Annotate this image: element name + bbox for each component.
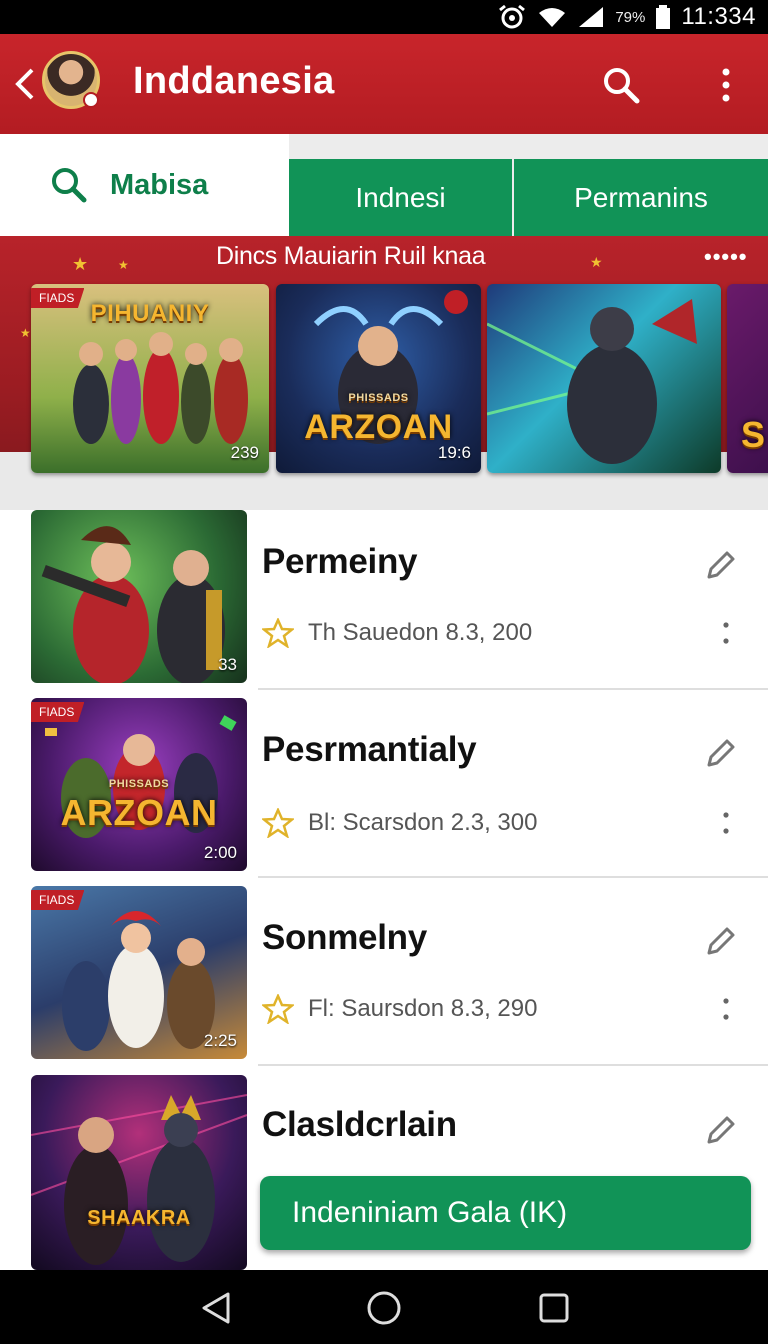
banner-card-2[interactable]: PHISSADS ARZOAN 19:6 bbox=[276, 284, 481, 473]
thumbnail: 33 bbox=[31, 510, 247, 683]
list-item-title: Pesrmantialy bbox=[262, 730, 477, 769]
search-icon bbox=[52, 168, 87, 203]
star-sparkle-icon: ★ bbox=[72, 254, 89, 274]
star-icon bbox=[262, 618, 294, 648]
tab-label: Mabisa bbox=[110, 168, 209, 201]
thumbnail-count: 33 bbox=[218, 655, 237, 674]
more-vertical-icon bbox=[723, 622, 729, 644]
battery-percent: 79% bbox=[615, 8, 646, 26]
card-logo: ARZOAN bbox=[304, 408, 453, 446]
item-menu-button[interactable] bbox=[714, 618, 738, 648]
edit-button[interactable] bbox=[700, 1111, 740, 1151]
pencil-icon bbox=[707, 927, 735, 955]
circle-home-icon bbox=[367, 1291, 401, 1325]
card-logo-sub: PHISSADS bbox=[348, 392, 409, 404]
list-item-meta: Bl: Scarsdon 2.3, 300 bbox=[262, 808, 537, 838]
list-item-rating: Bl: Scarsdon 2.3, 300 bbox=[308, 809, 538, 836]
overflow-menu-button[interactable] bbox=[706, 62, 746, 108]
card-count: 239 bbox=[230, 443, 259, 462]
banner-title: Dincs Mauiarin Ruil knaa bbox=[216, 242, 486, 270]
divider bbox=[258, 688, 768, 690]
back-button[interactable] bbox=[10, 64, 40, 104]
ads-badge: FIADS bbox=[31, 288, 85, 308]
tab-indnesi[interactable]: Indnesi bbox=[289, 159, 512, 236]
banner-card-1[interactable]: PIHUANIY FIADS 239 bbox=[31, 284, 269, 473]
primary-action-button[interactable]: Indeniniam Gala (IK) bbox=[260, 1176, 751, 1250]
divider bbox=[258, 876, 768, 878]
banner-card-3[interactable] bbox=[487, 284, 721, 473]
game-list: 33 Permeiny Th Sauedon 8.3, 200 FIADS PH… bbox=[0, 510, 768, 1270]
banner-card-4[interactable]: S bbox=[727, 284, 768, 473]
ads-badge: FIADS bbox=[31, 702, 85, 722]
thumbnail-logo: SHAAKRA bbox=[87, 1207, 191, 1229]
app-bar: Inddanesia bbox=[0, 34, 768, 134]
signal-icon bbox=[577, 5, 605, 29]
battery-icon bbox=[655, 5, 671, 29]
alarm-icon bbox=[497, 4, 527, 30]
more-vertical-icon bbox=[722, 68, 730, 102]
nav-recents-button[interactable] bbox=[532, 1286, 576, 1330]
star-icon bbox=[262, 808, 294, 838]
app-screen: 79% 11:334 Inddanesia Mabisa Indnesi Per… bbox=[0, 0, 768, 1344]
star-sparkle-icon: ★ bbox=[118, 258, 129, 272]
edit-button[interactable] bbox=[700, 922, 740, 962]
list-item[interactable]: FIADS PHISSADS ARZOAN 2:00 Pesrmantialy … bbox=[0, 698, 768, 886]
list-item-meta: Fl: Saursdon 8.3, 290 bbox=[262, 994, 537, 1024]
list-item[interactable]: 33 Permeiny Th Sauedon 8.3, 200 bbox=[0, 510, 768, 698]
clock: 11:334 bbox=[681, 3, 756, 30]
list-item-rating: Fl: Saursdon 8.3, 290 bbox=[308, 995, 538, 1022]
pencil-icon bbox=[707, 551, 735, 579]
item-menu-button[interactable] bbox=[714, 994, 738, 1024]
list-item-rating: Th Sauedon 8.3, 200 bbox=[308, 619, 533, 646]
thumbnail-logo-sub: PHISSADS bbox=[108, 778, 170, 790]
search-button[interactable] bbox=[598, 62, 644, 108]
tab-label: Permanins bbox=[574, 181, 708, 213]
thumbnail: FIADS PHISSADS ARZOAN 2:00 bbox=[31, 698, 247, 871]
tab-permanins[interactable]: Permanins bbox=[514, 159, 768, 236]
list-item-title: Permeiny bbox=[262, 542, 418, 581]
nav-home-button[interactable] bbox=[362, 1286, 406, 1330]
list-item-title: Clasldcrlain bbox=[262, 1105, 457, 1144]
pencil-icon bbox=[707, 1116, 735, 1144]
list-item-meta: Th Sauedon 8.3, 200 bbox=[262, 618, 532, 648]
ads-badge: FIADS bbox=[31, 890, 85, 910]
thumbnail-duration: 2:00 bbox=[203, 843, 237, 862]
list-item-title: Sonmelny bbox=[262, 918, 427, 957]
thumbnail: FIADS 2:25 bbox=[31, 886, 247, 1059]
wifi-icon bbox=[537, 5, 567, 29]
more-vertical-icon bbox=[723, 998, 729, 1020]
list-item[interactable]: FIADS 2:25 Sonmelny Fl: Saursdon 8.3, 29… bbox=[0, 886, 768, 1074]
triangle-back-icon bbox=[202, 1292, 230, 1324]
star-sparkle-icon: ★ bbox=[590, 254, 603, 270]
nav-back-button[interactable] bbox=[194, 1286, 238, 1330]
edit-button[interactable] bbox=[700, 546, 740, 586]
system-nav-bar bbox=[0, 1270, 768, 1344]
card-count: 19:6 bbox=[437, 443, 471, 462]
divider bbox=[258, 1064, 768, 1066]
star-sparkle-icon: ★ bbox=[20, 326, 31, 340]
thumbnail-logo: ARZOAN bbox=[60, 792, 218, 833]
more-vertical-icon bbox=[723, 812, 729, 834]
tab-label: Indnesi bbox=[355, 181, 446, 213]
square-recents-icon bbox=[539, 1293, 569, 1323]
status-bar: 79% 11:334 bbox=[0, 0, 768, 34]
search-icon bbox=[604, 68, 640, 104]
thumbnail-duration: 2:25 bbox=[203, 1031, 237, 1050]
banner-pager-dots[interactable]: ••••• bbox=[704, 244, 748, 270]
card-logo: S bbox=[741, 414, 766, 455]
item-menu-button[interactable] bbox=[714, 808, 738, 838]
tab-bar: Mabisa Indnesi Permanins bbox=[0, 134, 768, 236]
pencil-icon bbox=[707, 739, 735, 767]
avatar[interactable] bbox=[42, 51, 100, 109]
star-icon bbox=[262, 994, 294, 1024]
page-title: Inddanesia bbox=[133, 60, 335, 102]
online-status-dot bbox=[83, 92, 99, 108]
thumbnail: SHAAKRA bbox=[31, 1075, 247, 1270]
edit-button[interactable] bbox=[700, 734, 740, 774]
tab-mabisa[interactable]: Mabisa bbox=[0, 134, 289, 236]
